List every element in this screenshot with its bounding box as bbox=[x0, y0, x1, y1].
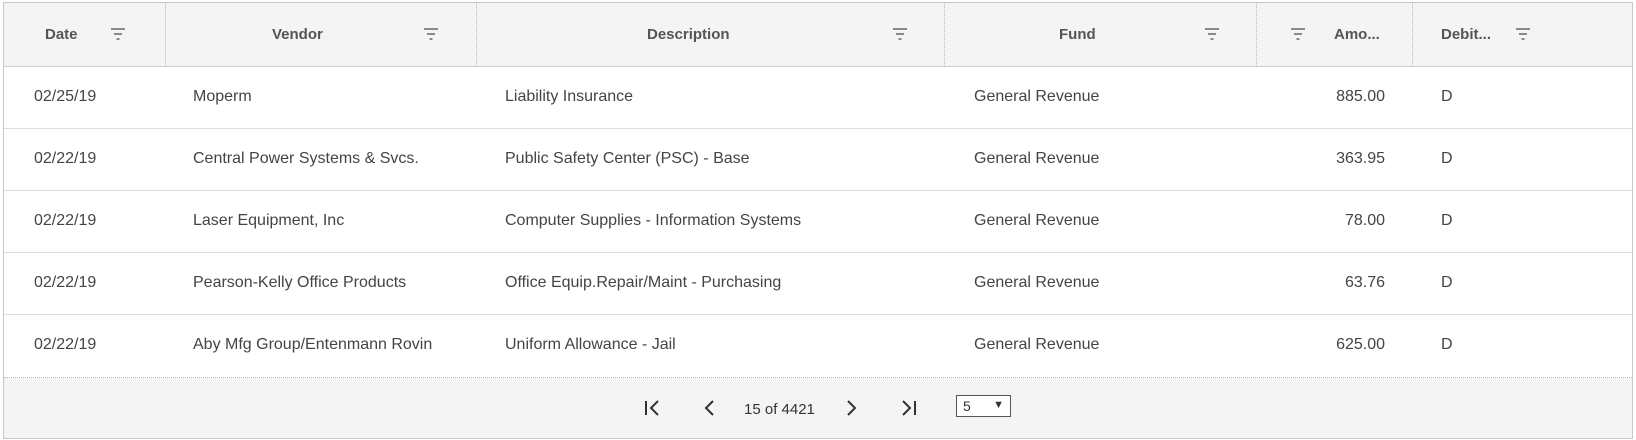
cell-amount: 885.00 bbox=[1336, 88, 1385, 105]
column-label-description: Description bbox=[647, 26, 730, 43]
filter-icon[interactable] bbox=[109, 26, 127, 42]
column-label-date: Date bbox=[45, 26, 78, 43]
column-label-amount: Amo... bbox=[1334, 26, 1380, 43]
cell-date: 02/22/19 bbox=[34, 212, 97, 229]
cell-description: Computer Supplies - Information Systems bbox=[505, 212, 802, 229]
column-header-debit[interactable]: Debit... bbox=[1413, 3, 1632, 66]
cell-date: 02/22/19 bbox=[34, 150, 97, 167]
filter-icon[interactable] bbox=[1203, 26, 1221, 42]
column-header-vendor[interactable]: Vendor bbox=[166, 3, 477, 66]
chevron-left-icon[interactable] bbox=[697, 395, 723, 421]
cell-debit: D bbox=[1441, 150, 1453, 167]
column-header-description[interactable]: Description bbox=[477, 3, 945, 66]
cell-fund: General Revenue bbox=[974, 212, 1100, 229]
cell-description: Public Safety Center (PSC) - Base bbox=[505, 150, 750, 167]
table-row[interactable]: 02/22/19 Aby Mfg Group/Entenmann Rovin U… bbox=[4, 315, 1632, 377]
column-header-amount[interactable]: Amo... bbox=[1257, 3, 1413, 66]
column-header-date[interactable]: Date bbox=[4, 3, 166, 66]
transactions-grid: Date Vendor Description Fund Amo... Debi… bbox=[3, 2, 1633, 439]
cell-fund: General Revenue bbox=[974, 150, 1100, 167]
page-size-value: 5 bbox=[963, 398, 971, 414]
cell-fund: General Revenue bbox=[974, 88, 1100, 105]
cell-debit: D bbox=[1441, 88, 1453, 105]
column-label-debit: Debit... bbox=[1441, 26, 1492, 43]
page-info: 15 of 4421 bbox=[744, 401, 815, 418]
cell-vendor: Aby Mfg Group/Entenmann Rovin bbox=[193, 336, 433, 353]
cell-description: Office Equip.Repair/Maint - Purchasing bbox=[505, 274, 782, 291]
column-label-vendor: Vendor bbox=[272, 26, 323, 43]
table-row[interactable]: 02/22/19 Central Power Systems & Svcs. P… bbox=[4, 129, 1632, 191]
cell-vendor: Pearson-Kelly Office Products bbox=[193, 274, 407, 291]
filter-icon[interactable] bbox=[891, 26, 909, 42]
pager: 15 of 4421 5 ▼ bbox=[4, 378, 1632, 438]
cell-description: Liability Insurance bbox=[505, 88, 634, 105]
cell-date: 02/22/19 bbox=[34, 274, 97, 291]
caret-down-icon: ▼ bbox=[993, 399, 1004, 411]
column-label-fund: Fund bbox=[1059, 26, 1096, 43]
filter-icon[interactable] bbox=[1289, 26, 1307, 42]
cell-debit: D bbox=[1441, 274, 1453, 291]
first-page-icon[interactable] bbox=[640, 395, 666, 421]
cell-debit: D bbox=[1441, 336, 1453, 353]
cell-description: Uniform Allowance - Jail bbox=[505, 336, 676, 353]
cell-amount: 625.00 bbox=[1336, 336, 1385, 353]
grid-header: Date Vendor Description Fund Amo... Debi… bbox=[4, 3, 1632, 67]
cell-amount: 363.95 bbox=[1336, 150, 1385, 167]
page-size-select[interactable]: 5 ▼ bbox=[956, 395, 1011, 417]
table-row[interactable]: 02/22/19 Laser Equipment, Inc Computer S… bbox=[4, 191, 1632, 253]
cell-amount: 78.00 bbox=[1344, 212, 1385, 229]
cell-vendor: Central Power Systems & Svcs. bbox=[193, 150, 419, 167]
filter-icon[interactable] bbox=[422, 26, 440, 42]
cell-vendor: Laser Equipment, Inc bbox=[193, 212, 345, 229]
cell-debit: D bbox=[1441, 212, 1453, 229]
table-row[interactable]: 02/22/19 Pearson-Kelly Office Products O… bbox=[4, 253, 1632, 315]
cell-fund: General Revenue bbox=[974, 336, 1100, 353]
grid-body: 02/25/19 Moperm Liability Insurance Gene… bbox=[4, 67, 1632, 378]
cell-date: 02/22/19 bbox=[34, 336, 97, 353]
filter-icon[interactable] bbox=[1514, 26, 1532, 42]
table-row[interactable]: 02/25/19 Moperm Liability Insurance Gene… bbox=[4, 67, 1632, 129]
last-page-icon[interactable] bbox=[895, 395, 921, 421]
cell-amount: 63.76 bbox=[1344, 274, 1385, 291]
cell-date: 02/25/19 bbox=[34, 88, 97, 105]
cell-vendor: Moperm bbox=[193, 88, 252, 105]
cell-fund: General Revenue bbox=[974, 274, 1100, 291]
column-header-fund[interactable]: Fund bbox=[945, 3, 1257, 66]
chevron-right-icon[interactable] bbox=[838, 395, 864, 421]
